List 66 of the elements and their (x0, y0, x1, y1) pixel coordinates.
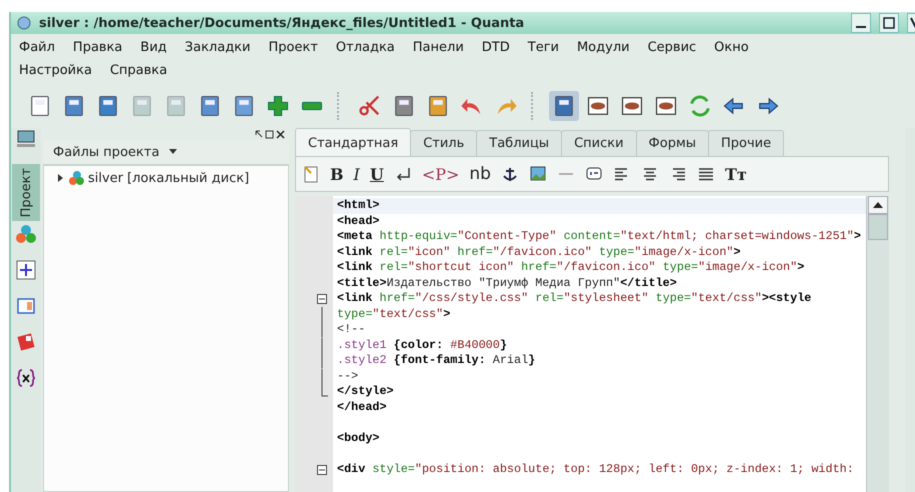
code-line: </style> (336, 384, 395, 400)
braces-icon[interactable] (15, 367, 37, 390)
menu-item[interactable]: DTD (480, 38, 512, 57)
code-line: --> (336, 368, 360, 384)
anchor-icon[interactable] (500, 165, 519, 183)
toolbar-tab[interactable]: Формы (636, 130, 710, 156)
code-line: </head> (336, 400, 388, 415)
menu-item[interactable]: Отладка (334, 38, 397, 57)
code-line: <div style="position: absolute; top: 128px; left: 0px; z-index: 1; width: (336, 462, 855, 477)
format-button[interactable]: Tт (724, 164, 747, 184)
code-editor[interactable] (295, 196, 866, 492)
menu-item[interactable]: Настройка (17, 61, 94, 80)
code-line: <link rel="shortcut icon" href="/favicon.ico" type="image/x-icon"> (336, 260, 806, 276)
format-button[interactable]: <P> (422, 164, 460, 184)
expander-icon[interactable] (56, 174, 64, 182)
fold-icon[interactable] (317, 294, 327, 304)
menu-item[interactable]: Закладки (182, 38, 252, 57)
undock-icon[interactable] (255, 130, 263, 138)
dropdown-icon[interactable] (169, 149, 178, 155)
menu-item[interactable]: Панели (410, 38, 466, 57)
toolbar-tab[interactable]: Стандартная (295, 128, 412, 156)
panel-title: Файлы проекта (53, 144, 160, 160)
code-line: <head> (336, 214, 380, 229)
format-button[interactable]: nb (469, 164, 491, 184)
app-icon (17, 16, 31, 30)
image-icon[interactable] (528, 165, 547, 183)
code-line: <body> (336, 430, 380, 446)
format-button[interactable]: B (330, 164, 344, 184)
menu-item[interactable]: Теги (526, 38, 561, 57)
toolbar-tab[interactable]: Списки (561, 130, 637, 156)
code-line: <title>Издательство "Триумф Медиа Групп"</title> (336, 276, 678, 291)
computer-icon[interactable] (15, 128, 37, 150)
fold-icon[interactable] (317, 464, 327, 474)
format-button[interactable]: U (370, 164, 384, 184)
maximize-button[interactable] (879, 13, 899, 33)
code-line: .style2 {font-family: Arial} (336, 353, 536, 368)
cubes-icon (68, 170, 84, 186)
toolbar-tab[interactable]: Стиль (410, 130, 478, 156)
menu-item[interactable]: Справка (108, 61, 170, 80)
scrollbar-thumb[interactable] (868, 214, 888, 240)
cubes-icon (15, 223, 37, 246)
code-line: <link rel="icon" href="/favicon.ico" type="image/x-icon"> (336, 244, 742, 260)
window-title: silver : /home/teacher/Documents/Яндекс_files/Untitled1 - Quanta (39, 16, 526, 30)
code-line: .style1 {color: #B40000} (336, 338, 508, 353)
panel-header[interactable]: Файлы проекта (43, 140, 289, 165)
menu-item[interactable]: Сервис (646, 38, 698, 57)
close-button[interactable] (907, 13, 915, 33)
menu-item[interactable]: Файл (17, 38, 57, 57)
menu-item[interactable]: Проект (266, 38, 320, 57)
menu-item[interactable]: Окно (712, 38, 751, 57)
scroll-up-button[interactable] (868, 196, 888, 214)
format-button[interactable]: I (354, 164, 360, 184)
side-tab[interactable]: Проект (12, 164, 40, 222)
code-line: type="text/css"> (336, 306, 452, 322)
code-line: <link href="/css/style.css" rel="stylesheet" type="text/css"><style (336, 291, 812, 306)
minimize-button[interactable] (851, 13, 871, 33)
code-line: <meta http-equiv="Content-Type" content="text/html; charset=windows-1251"> (336, 229, 862, 244)
menu-item[interactable]: Вид (138, 38, 169, 57)
code-line: <!-- (336, 322, 366, 338)
close-icon[interactable] (276, 130, 285, 138)
toolbar-tab[interactable]: Прочие (708, 130, 784, 156)
float-icon[interactable] (265, 130, 274, 138)
toolbar-tab[interactable]: Таблицы (476, 130, 562, 156)
tree-item[interactable]: silver [локальный диск] (88, 170, 250, 186)
menu-item[interactable]: Модули (574, 38, 632, 57)
menu-item[interactable]: Правка (70, 38, 124, 57)
